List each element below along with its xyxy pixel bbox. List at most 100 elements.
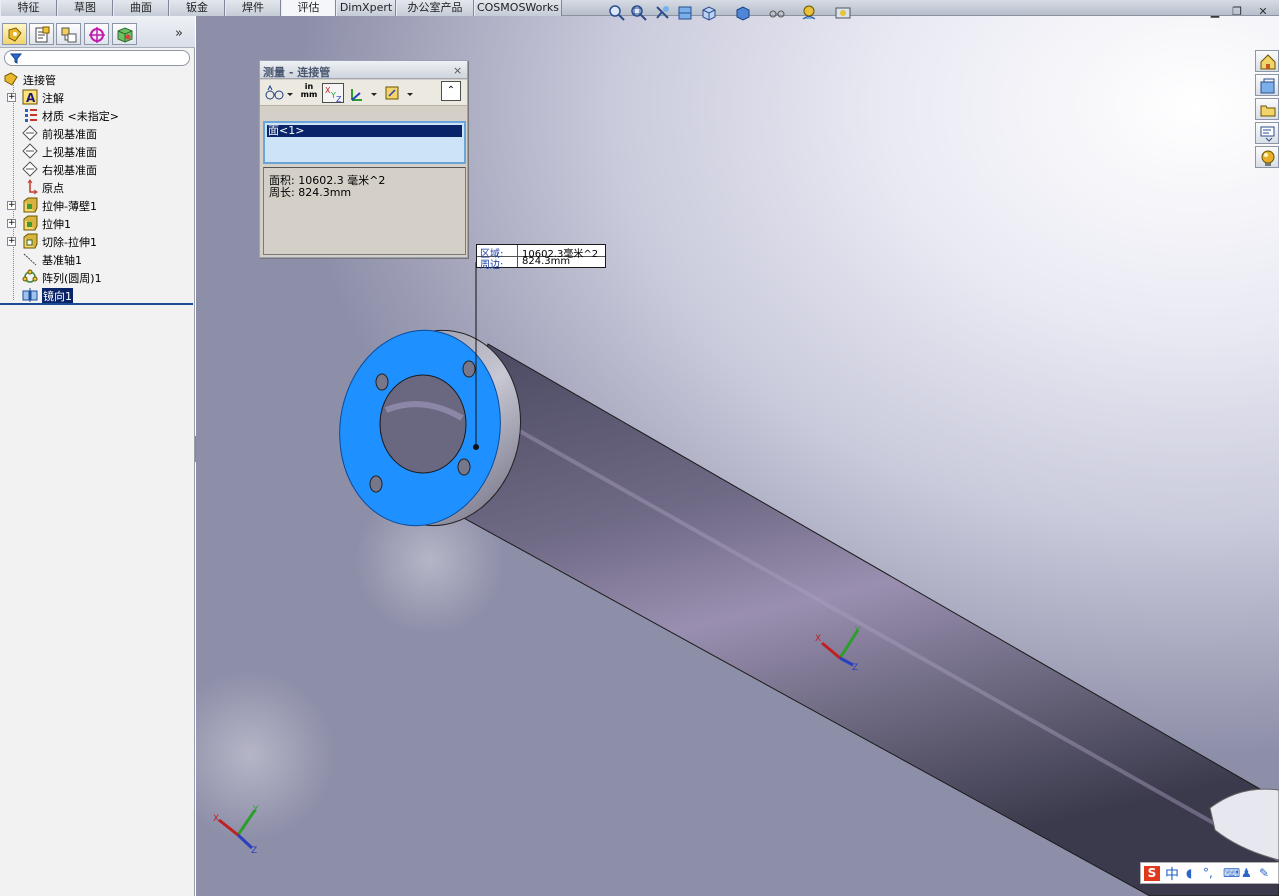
ime-logo[interactable]: S (1144, 866, 1160, 881)
tree-item-label: 上视基准面 (42, 146, 97, 159)
point-to-point-icon[interactable] (348, 83, 380, 103)
configuration-manager-tab[interactable] (56, 23, 81, 45)
extrude-icon (23, 197, 38, 213)
tree-root[interactable]: 连接管 (0, 70, 195, 88)
show-xyz-measurements-icon[interactable]: XY Z (322, 83, 344, 103)
svg-text:Z: Z (336, 95, 342, 103)
flange-bore (379, 374, 467, 474)
tree-item-origin[interactable]: 原点 (0, 178, 195, 196)
extrude-icon (23, 215, 38, 231)
ime-moon-icon[interactable]: ◖ (1186, 866, 1192, 880)
file-explorer-tab[interactable] (1255, 98, 1279, 120)
tube-body[interactable] (441, 343, 1279, 896)
expand-icon[interactable]: + (7, 219, 16, 228)
selection-list[interactable]: 面<1> (263, 121, 466, 164)
zoom-to-fit-icon[interactable] (608, 4, 626, 22)
tree-rollback-bar[interactable] (0, 303, 193, 305)
section-view-icon[interactable] (676, 4, 694, 22)
tree-item-cut-extrude[interactable]: + 切除-拉伸1 (0, 232, 195, 250)
callout-perimeter-value: 824.3mm (522, 256, 571, 267)
close-icon[interactable]: ✕ (1256, 6, 1270, 19)
tree-item-thin-extrude[interactable]: + 拉伸-薄壁1 (0, 196, 195, 214)
svg-text:X: X (815, 634, 821, 644)
plane-icon (22, 125, 38, 141)
tree-item-axis[interactable]: 基准轴1 (0, 250, 195, 268)
hide-show-items-icon[interactable] (768, 4, 786, 22)
zoom-to-area-icon[interactable] (630, 4, 648, 22)
select-coordinate-system-icon[interactable] (384, 83, 416, 103)
tab-evaluate[interactable]: 评估 (281, 0, 336, 17)
display-manager-icon (117, 27, 133, 43)
circular-pattern-icon (22, 269, 38, 283)
plane-icon (22, 161, 38, 177)
display-style-icon[interactable] (734, 4, 752, 22)
collapse-button[interactable]: ⌃ (441, 81, 461, 101)
property-manager-tab[interactable] (29, 23, 54, 45)
expand-icon[interactable]: + (7, 201, 16, 210)
filter-icon (10, 53, 22, 64)
previous-view-icon[interactable] (654, 4, 672, 22)
tab-dimxpert[interactable]: DimXpert (336, 0, 396, 16)
ime-tools-icon[interactable]: ✎ (1259, 866, 1269, 880)
more-tabs-button[interactable]: » (175, 26, 183, 41)
view-palette-tab[interactable] (1255, 122, 1279, 144)
tab-sheet-metal[interactable]: 钣金 (169, 0, 225, 16)
edit-appearance-icon[interactable] (800, 4, 818, 22)
minimize-icon[interactable]: ▁ (1208, 6, 1222, 19)
selected-face-item[interactable]: 面<1> (267, 125, 462, 137)
plane-icon (22, 143, 38, 159)
bolt-hole (375, 373, 389, 391)
tab-cosmosworks[interactable]: COSMOSWorks (474, 0, 562, 16)
measure-callout: 区域: 10602.3毫米^2 周边: 824.3mm (476, 244, 606, 271)
tab-surfaces[interactable]: 曲面 (113, 0, 169, 16)
annotation-icon: A (22, 89, 38, 105)
tree-item-annotations[interactable]: + A 注解 (0, 88, 195, 106)
appearances-tab[interactable] (1255, 146, 1279, 168)
view-orientation-icon[interactable] (700, 4, 718, 22)
view-palette-icon (1260, 126, 1275, 142)
part-icon (4, 72, 18, 86)
ime-language-toggle[interactable]: 中 (1165, 864, 1179, 884)
measure-results: 面积: 10602.3 毫米^2 周长: 824.3mm (263, 167, 466, 255)
bolt-hole (457, 458, 471, 476)
bolt-hole (462, 360, 476, 378)
tube-highlight (499, 418, 1279, 862)
ime-skin-icon[interactable]: ♟ (1241, 866, 1252, 880)
display-manager-tab[interactable] (112, 23, 137, 45)
tree-item-mirror[interactable]: 镜向1 (0, 286, 195, 304)
design-library-tab[interactable] (1255, 74, 1279, 96)
dimxpert-manager-tab[interactable] (84, 23, 109, 45)
close-icon[interactable]: × (453, 64, 462, 77)
ime-punctuation-icon[interactable]: °, (1203, 866, 1213, 880)
tree-item-circular-pattern[interactable]: 阵列(圆周)1 (0, 268, 195, 286)
task-pane-tabs (1255, 50, 1279, 172)
tab-office-products[interactable]: 办公室产品 (396, 0, 474, 16)
tree-item-front-plane[interactable]: 前视基准面 (0, 124, 195, 142)
bolt-hole (369, 475, 383, 493)
tree-filter-input[interactable] (4, 50, 190, 66)
feature-manager-tab[interactable] (2, 23, 27, 45)
tree-item-material[interactable]: 材质 <未指定> (0, 106, 195, 124)
tree-item-label: 拉伸-薄壁1 (42, 200, 97, 213)
tree-item-right-plane[interactable]: 右视基准面 (0, 160, 195, 178)
expand-icon[interactable]: + (7, 93, 16, 102)
tab-features[interactable]: 特征 (0, 0, 57, 16)
appearance-ball-icon (1261, 150, 1275, 166)
tab-weldments[interactable]: 焊件 (225, 0, 281, 16)
restore-icon[interactable]: ❐ (1230, 6, 1244, 19)
ime-keyboard-icon[interactable]: ⌨ (1223, 866, 1240, 880)
tree-item-top-plane[interactable]: 上视基准面 (0, 142, 195, 160)
arc-circle-measure-icon[interactable] (265, 83, 295, 103)
folder-icon (1260, 105, 1276, 117)
apply-scene-icon[interactable] (834, 4, 852, 22)
measure-dialog-titlebar[interactable]: 测量 - 连接管 × (260, 61, 467, 79)
resources-tab[interactable] (1255, 50, 1279, 72)
tab-sketch[interactable]: 草图 (57, 0, 113, 16)
measure-dialog-title: 测量 - 连接管 (263, 66, 331, 79)
units-precision-button[interactable]: in mm (300, 83, 318, 103)
expand-icon[interactable]: + (7, 237, 16, 246)
svg-text:Y: Y (854, 626, 861, 636)
tree-item-label: 阵列(圆周)1 (42, 272, 102, 285)
tree-item-label: 材质 <未指定> (42, 110, 119, 123)
tree-item-extrude[interactable]: + 拉伸1 (0, 214, 195, 232)
